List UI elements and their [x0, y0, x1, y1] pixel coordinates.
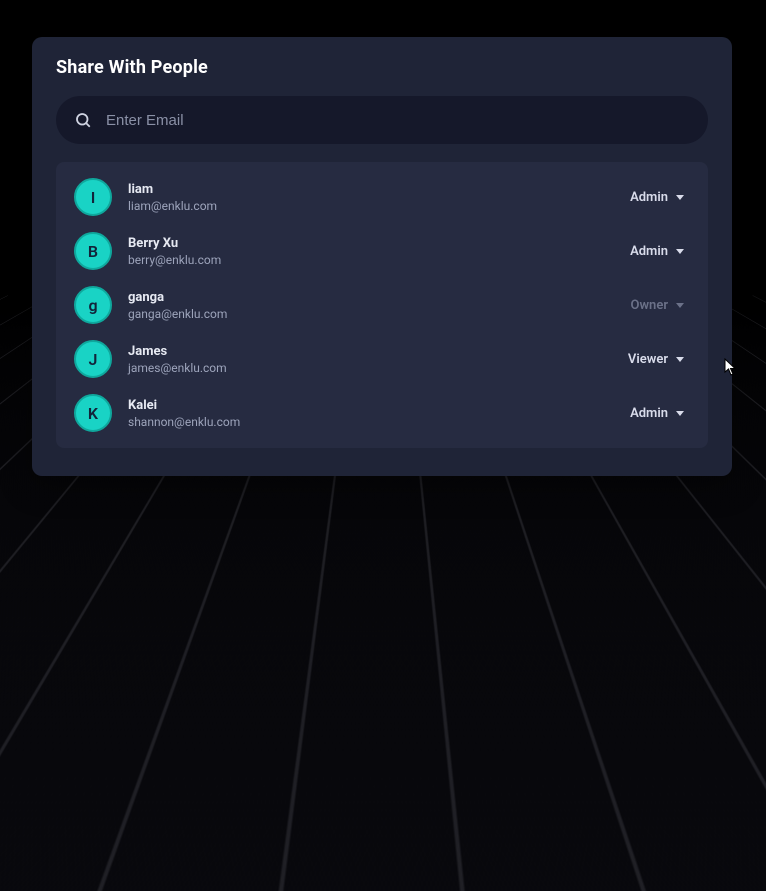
person-row: K Kalei shannon@enklu.com Admin — [66, 386, 698, 440]
person-email: berry@enklu.com — [128, 253, 624, 267]
share-modal: Share With People I liam liam@enklu.com … — [32, 37, 732, 476]
modal-title: Share With People — [56, 57, 708, 78]
person-info: ganga ganga@enklu.com — [128, 290, 625, 321]
people-list: I liam liam@enklu.com Admin B Berry Xu b… — [56, 162, 708, 448]
role-select[interactable]: Admin — [624, 402, 690, 425]
person-email: liam@enklu.com — [128, 199, 624, 213]
role-label: Admin — [630, 190, 668, 205]
person-email: ganga@enklu.com — [128, 307, 625, 321]
person-email: shannon@enklu.com — [128, 415, 624, 429]
role-label: Admin — [630, 406, 668, 421]
role-label: Admin — [630, 244, 668, 259]
search-icon — [74, 111, 92, 129]
person-name: liam — [128, 182, 624, 197]
person-info: James james@enklu.com — [128, 344, 622, 375]
caret-down-icon — [676, 303, 684, 308]
search-bar[interactable] — [56, 96, 708, 144]
person-row: J James james@enklu.com Viewer — [66, 332, 698, 386]
search-input[interactable] — [106, 112, 690, 129]
avatar: g — [74, 286, 112, 324]
person-row: I liam liam@enklu.com Admin — [66, 170, 698, 224]
role-select-owner: Owner — [625, 294, 691, 317]
avatar: J — [74, 340, 112, 378]
person-name: James — [128, 344, 622, 359]
person-name: Berry Xu — [128, 236, 624, 251]
role-select[interactable]: Admin — [624, 186, 690, 209]
person-email: james@enklu.com — [128, 361, 622, 375]
caret-down-icon — [676, 249, 684, 254]
person-name: Kalei — [128, 398, 624, 413]
role-label: Viewer — [628, 352, 668, 367]
person-info: Berry Xu berry@enklu.com — [128, 236, 624, 267]
role-label: Owner — [631, 298, 669, 313]
caret-down-icon — [676, 357, 684, 362]
role-select[interactable]: Admin — [624, 240, 690, 263]
person-name: ganga — [128, 290, 625, 305]
person-info: Kalei shannon@enklu.com — [128, 398, 624, 429]
avatar: I — [74, 178, 112, 216]
role-select[interactable]: Viewer — [622, 348, 690, 371]
person-row: B Berry Xu berry@enklu.com Admin — [66, 224, 698, 278]
avatar: K — [74, 394, 112, 432]
person-info: liam liam@enklu.com — [128, 182, 624, 213]
caret-down-icon — [676, 195, 684, 200]
person-row: g ganga ganga@enklu.com Owner — [66, 278, 698, 332]
avatar: B — [74, 232, 112, 270]
caret-down-icon — [676, 411, 684, 416]
